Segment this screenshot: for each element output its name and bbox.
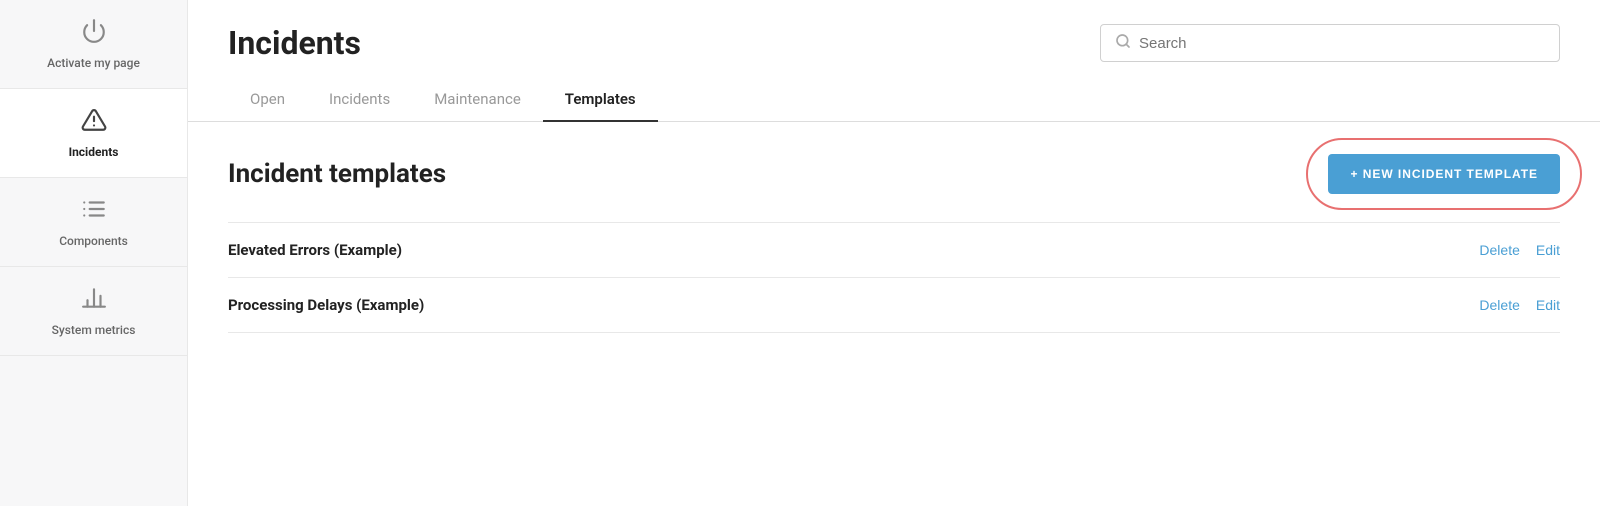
new-incident-button-wrap: + NEW INCIDENT TEMPLATE <box>1328 154 1560 194</box>
sidebar-item-components[interactable]: Components <box>0 178 187 267</box>
sidebar-item-activate[interactable]: Activate my page <box>0 0 187 89</box>
edit-button-2[interactable]: Edit <box>1536 297 1560 313</box>
template-actions-2: Delete Edit <box>1479 297 1560 313</box>
sidebar-item-activate-label: Activate my page <box>47 56 140 70</box>
header: Incidents <box>188 0 1600 62</box>
sidebar-item-components-label: Components <box>59 234 128 248</box>
search-icon <box>1115 33 1131 53</box>
delete-button-1[interactable]: Delete <box>1479 242 1519 258</box>
sidebar-item-incidents-label: Incidents <box>69 145 119 159</box>
sidebar-item-metrics-label: System metrics <box>52 323 136 337</box>
section-title: Incident templates <box>228 159 446 189</box>
table-row: Elevated Errors (Example) Delete Edit <box>228 223 1560 278</box>
warning-icon <box>81 107 107 139</box>
sidebar-item-incidents[interactable]: Incidents <box>0 89 187 178</box>
section-header: Incident templates + NEW INCIDENT TEMPLA… <box>228 154 1560 194</box>
table-row: Processing Delays (Example) Delete Edit <box>228 278 1560 333</box>
power-icon <box>81 18 107 50</box>
template-actions-1: Delete Edit <box>1479 242 1560 258</box>
search-box <box>1100 24 1560 62</box>
tab-open[interactable]: Open <box>228 80 307 122</box>
delete-button-2[interactable]: Delete <box>1479 297 1519 313</box>
tab-maintenance[interactable]: Maintenance <box>412 80 543 122</box>
template-list: Elevated Errors (Example) Delete Edit Pr… <box>228 222 1560 333</box>
content-area: Incident templates + NEW INCIDENT TEMPLA… <box>188 122 1600 506</box>
tab-templates[interactable]: Templates <box>543 80 658 122</box>
search-input[interactable] <box>1139 35 1545 52</box>
main-content: Incidents Open Incidents Maintenance Tem… <box>188 0 1600 506</box>
new-incident-button[interactable]: + NEW INCIDENT TEMPLATE <box>1328 154 1560 194</box>
edit-button-1[interactable]: Edit <box>1536 242 1560 258</box>
tabs: Open Incidents Maintenance Templates <box>188 62 1600 122</box>
template-name-1: Elevated Errors (Example) <box>228 241 402 259</box>
sidebar: Activate my page Incidents Components <box>0 0 188 506</box>
list-icon <box>81 196 107 228</box>
tab-incidents[interactable]: Incidents <box>307 80 412 122</box>
sidebar-item-metrics[interactable]: System metrics <box>0 267 187 356</box>
template-name-2: Processing Delays (Example) <box>228 296 424 314</box>
chart-icon <box>81 285 107 317</box>
page-title: Incidents <box>228 24 361 62</box>
